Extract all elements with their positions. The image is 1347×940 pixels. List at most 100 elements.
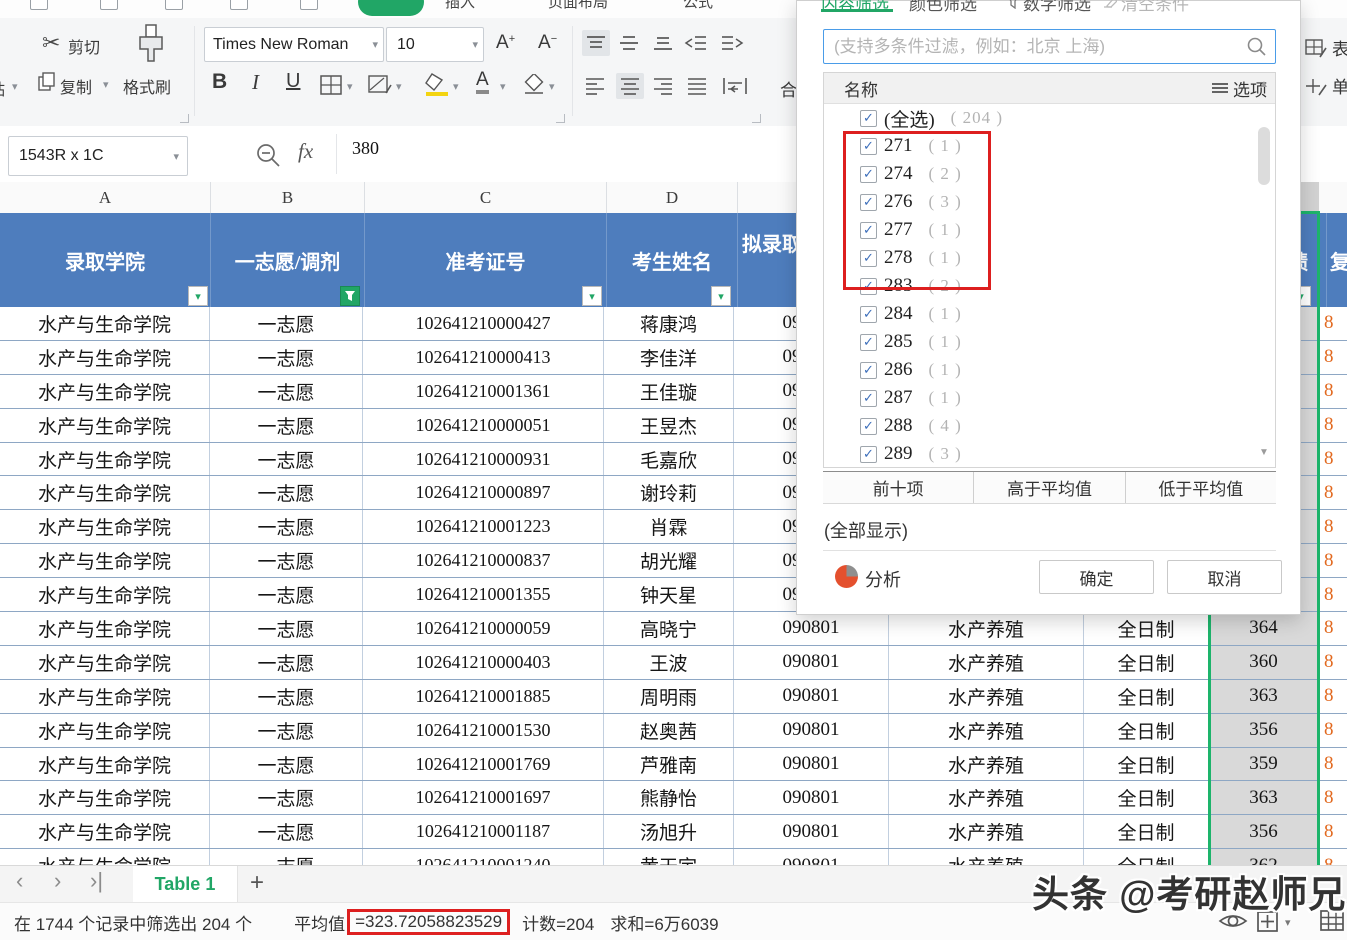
top-ten-button[interactable]: 前十项 bbox=[823, 472, 974, 503]
cell[interactable]: 一志愿 bbox=[210, 409, 363, 442]
decrease-indent-icon[interactable] bbox=[684, 33, 708, 53]
filter-dropdown-ticket[interactable]: ▾ bbox=[582, 286, 602, 306]
cell[interactable]: 一志愿 bbox=[210, 510, 363, 543]
cell[interactable]: 364 bbox=[1209, 612, 1319, 645]
cell[interactable]: 水产与生命学院 bbox=[0, 544, 210, 577]
ok-button[interactable]: 确定 bbox=[1039, 560, 1154, 594]
filter-item[interactable]: ✓(全选)( 204 ) bbox=[824, 104, 1275, 132]
cell[interactable]: 102641210001697 bbox=[363, 781, 604, 814]
cell[interactable]: 熊静怡 bbox=[604, 781, 734, 814]
cell[interactable]: 8 bbox=[1319, 307, 1347, 340]
cell[interactable]: 8 bbox=[1319, 476, 1347, 509]
align-left-icon[interactable] bbox=[584, 76, 606, 96]
grow-font-button[interactable]: A+ bbox=[496, 32, 515, 54]
borders-icon[interactable] bbox=[320, 75, 342, 95]
shading-dropdown-icon[interactable]: ▾ bbox=[396, 80, 402, 93]
cell[interactable]: 8 bbox=[1319, 341, 1347, 374]
cell[interactable]: 一志愿 bbox=[210, 815, 363, 848]
cell[interactable]: 090801 bbox=[734, 646, 889, 679]
tab-clear-filter[interactable]: 清空条件 bbox=[1103, 0, 1189, 13]
cell[interactable]: 362 bbox=[1209, 849, 1319, 865]
cell[interactable]: 全日制 bbox=[1084, 646, 1209, 679]
cell[interactable]: 8 bbox=[1319, 443, 1347, 476]
cell[interactable]: 一志愿 bbox=[210, 578, 363, 611]
cell[interactable]: 全日制 bbox=[1084, 781, 1209, 814]
cell[interactable]: 水产与生命学院 bbox=[0, 646, 210, 679]
filter-search-input[interactable] bbox=[832, 32, 1246, 62]
cell[interactable]: 蒋康鸿 bbox=[604, 307, 734, 340]
cell[interactable]: 全日制 bbox=[1084, 612, 1209, 645]
cell[interactable]: 一志愿 bbox=[210, 375, 363, 408]
list-scrollbar[interactable]: ▲ ▼ bbox=[1257, 105, 1272, 463]
bold-button[interactable]: B bbox=[212, 70, 227, 94]
filter-dropdown-college[interactable]: ▾ bbox=[188, 286, 208, 306]
formula-input[interactable]: 380 bbox=[352, 138, 379, 159]
copy-button[interactable]: 复制 bbox=[60, 74, 92, 98]
checkbox[interactable]: ✓ bbox=[860, 446, 877, 463]
cell[interactable]: 水产与生命学院 bbox=[0, 612, 210, 645]
cell[interactable]: 102641210001240 bbox=[363, 849, 604, 865]
cell[interactable]: 水产养殖 bbox=[889, 680, 1084, 713]
tab-formula[interactable]: 公式 bbox=[683, 0, 713, 12]
cell[interactable]: 102641210001885 bbox=[363, 680, 604, 713]
cell[interactable]: 水产与生命学院 bbox=[0, 748, 210, 781]
cell[interactable]: 8 bbox=[1319, 646, 1347, 679]
cell[interactable]: 8 bbox=[1319, 781, 1347, 814]
cell[interactable]: 全日制 bbox=[1084, 815, 1209, 848]
cell[interactable]: 356 bbox=[1209, 815, 1319, 848]
cell[interactable]: 一志愿 bbox=[210, 748, 363, 781]
cell[interactable]: 一志愿 bbox=[210, 544, 363, 577]
cell[interactable]: 8 bbox=[1319, 409, 1347, 442]
cell[interactable]: 水产养殖 bbox=[889, 646, 1084, 679]
filter-item[interactable]: ✓285( 1 ) bbox=[824, 328, 1275, 356]
shrink-font-button[interactable]: A− bbox=[538, 32, 557, 54]
cell[interactable]: 102641210001355 bbox=[363, 578, 604, 611]
cell[interactable]: 102641210000427 bbox=[363, 307, 604, 340]
fill-color-dropdown-icon[interactable]: ▾ bbox=[453, 80, 459, 93]
cell[interactable]: 王佳璇 bbox=[604, 375, 734, 408]
cell[interactable]: 102641210001223 bbox=[363, 510, 604, 543]
align-center-icon[interactable] bbox=[616, 73, 644, 99]
cell[interactable]: 水产与生命学院 bbox=[0, 578, 210, 611]
header-ticket[interactable]: 准考证号 bbox=[365, 213, 607, 307]
cell[interactable]: 102641210001187 bbox=[363, 815, 604, 848]
header-college[interactable]: 录取学院 bbox=[0, 213, 211, 307]
cell[interactable]: 王波 bbox=[604, 646, 734, 679]
sheet-last-icon[interactable]: ›| bbox=[90, 868, 103, 894]
cell[interactable]: 水产养殖 bbox=[889, 714, 1084, 747]
clear-format-dropdown-icon[interactable]: ▾ bbox=[549, 80, 555, 93]
checkbox[interactable]: ✓ bbox=[860, 390, 877, 407]
cell[interactable]: 全日制 bbox=[1084, 748, 1209, 781]
cell[interactable]: 肖霖 bbox=[604, 510, 734, 543]
underline-button[interactable]: U bbox=[286, 70, 300, 93]
column-header-b[interactable]: B bbox=[211, 182, 365, 213]
group-launcher-icon[interactable] bbox=[556, 114, 565, 123]
cell[interactable]: 8 bbox=[1319, 849, 1347, 865]
fill-color-icon[interactable] bbox=[424, 72, 450, 96]
cell[interactable]: 水产与生命学院 bbox=[0, 443, 210, 476]
increase-indent-icon[interactable] bbox=[720, 33, 744, 53]
align-middle-icon[interactable] bbox=[618, 33, 640, 53]
cell[interactable]: 090801 bbox=[734, 612, 889, 645]
cell[interactable]: 090801 bbox=[734, 815, 889, 848]
cell[interactable]: 090801 bbox=[734, 748, 889, 781]
cell[interactable]: 363 bbox=[1209, 781, 1319, 814]
cell[interactable]: 一志愿 bbox=[210, 612, 363, 645]
column-header-c[interactable]: C bbox=[365, 182, 607, 213]
cell[interactable]: 8 bbox=[1319, 680, 1347, 713]
active-ribbon-tab-pill[interactable] bbox=[358, 0, 424, 16]
cell[interactable]: 黄天宇 bbox=[604, 849, 734, 865]
scroll-down-icon[interactable]: ▼ bbox=[1259, 447, 1269, 458]
cancel-button[interactable]: 取消 bbox=[1167, 560, 1282, 594]
cell[interactable]: 水产与生命学院 bbox=[0, 409, 210, 442]
cell[interactable]: 水产与生命学院 bbox=[0, 341, 210, 374]
cell[interactable]: 水产与生命学院 bbox=[0, 849, 210, 865]
tab-color-filter[interactable]: 颜色筛选 bbox=[909, 0, 977, 13]
filter-active-choice[interactable] bbox=[340, 286, 360, 306]
cell[interactable]: 一志愿 bbox=[210, 714, 363, 747]
cell[interactable]: 周明雨 bbox=[604, 680, 734, 713]
cell-style-button[interactable]: 单 bbox=[1305, 73, 1347, 98]
cell[interactable]: 8 bbox=[1319, 714, 1347, 747]
format-painter-button[interactable]: 格式刷 bbox=[123, 74, 171, 98]
cell[interactable]: 102641210000931 bbox=[363, 443, 604, 476]
